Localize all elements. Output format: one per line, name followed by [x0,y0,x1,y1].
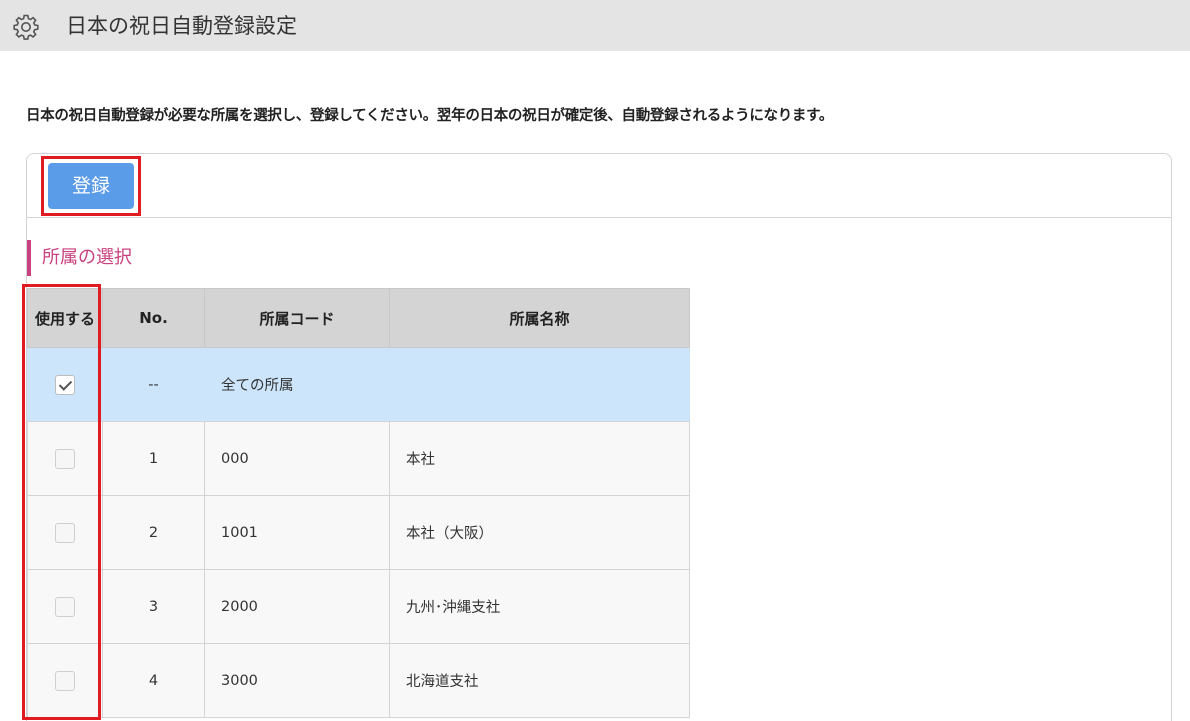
department-table: 使用する No. 所属コード 所属名称 -- 全ての所属 1 000 本社 2 … [27,288,690,718]
section-accent-bar [27,240,31,276]
name-cell: 本社（大阪） [389,495,690,570]
column-header-name: 所属名称 [389,288,690,348]
settings-panel: 登録 所属の選択 使用する No. 所属コード 所属名称 -- 全ての所属 1 … [26,153,1172,721]
code-cell: 3000 [204,643,390,718]
toolbar: 登録 [27,154,1171,218]
register-button[interactable]: 登録 [48,163,134,209]
use-cell [27,643,103,718]
table-row-all: -- 全ての所属 [27,347,690,422]
table-row: 1 000 本社 [27,421,690,496]
page-title: 日本の祝日自動登録設定 [66,14,297,38]
use-cell [27,421,103,496]
use-checkbox[interactable] [55,522,75,543]
page-description: 日本の祝日自動登録が必要な所属を選択し、登録してください。翌年の日本の祝日が確定… [26,108,834,124]
page-header: 日本の祝日自動登録設定 [0,0,1190,51]
section-header: 所属の選択 [27,240,427,276]
use-checkbox[interactable] [55,596,75,617]
table-row: 2 1001 本社（大阪） [27,495,690,570]
use-cell [27,347,103,422]
no-cell: 2 [102,495,205,570]
use-checkbox[interactable] [55,448,75,469]
use-cell [27,495,103,570]
name-cell: 北海道支社 [389,643,690,718]
no-cell: 3 [102,569,205,644]
all-departments-label: 全ての所属 [204,347,690,422]
column-header-no: No. [102,288,205,348]
register-button-highlight: 登録 [41,156,141,216]
gear-icon [13,14,39,40]
column-header-use: 使用する [27,288,103,348]
use-checkbox-all[interactable] [55,374,75,395]
table-row: 4 3000 北海道支社 [27,643,690,718]
section-title: 所属の選択 [42,247,132,268]
code-cell: 2000 [204,569,390,644]
name-cell: 九州･沖縄支社 [389,569,690,644]
use-checkbox[interactable] [55,670,75,691]
no-cell: 1 [102,421,205,496]
no-cell: -- [102,347,205,422]
table-row: 3 2000 九州･沖縄支社 [27,569,690,644]
no-cell: 4 [102,643,205,718]
code-cell: 000 [204,421,390,496]
code-cell: 1001 [204,495,390,570]
name-cell: 本社 [389,421,690,496]
table-header-row: 使用する No. 所属コード 所属名称 [27,288,690,348]
column-header-code: 所属コード [204,288,390,348]
use-cell [27,569,103,644]
